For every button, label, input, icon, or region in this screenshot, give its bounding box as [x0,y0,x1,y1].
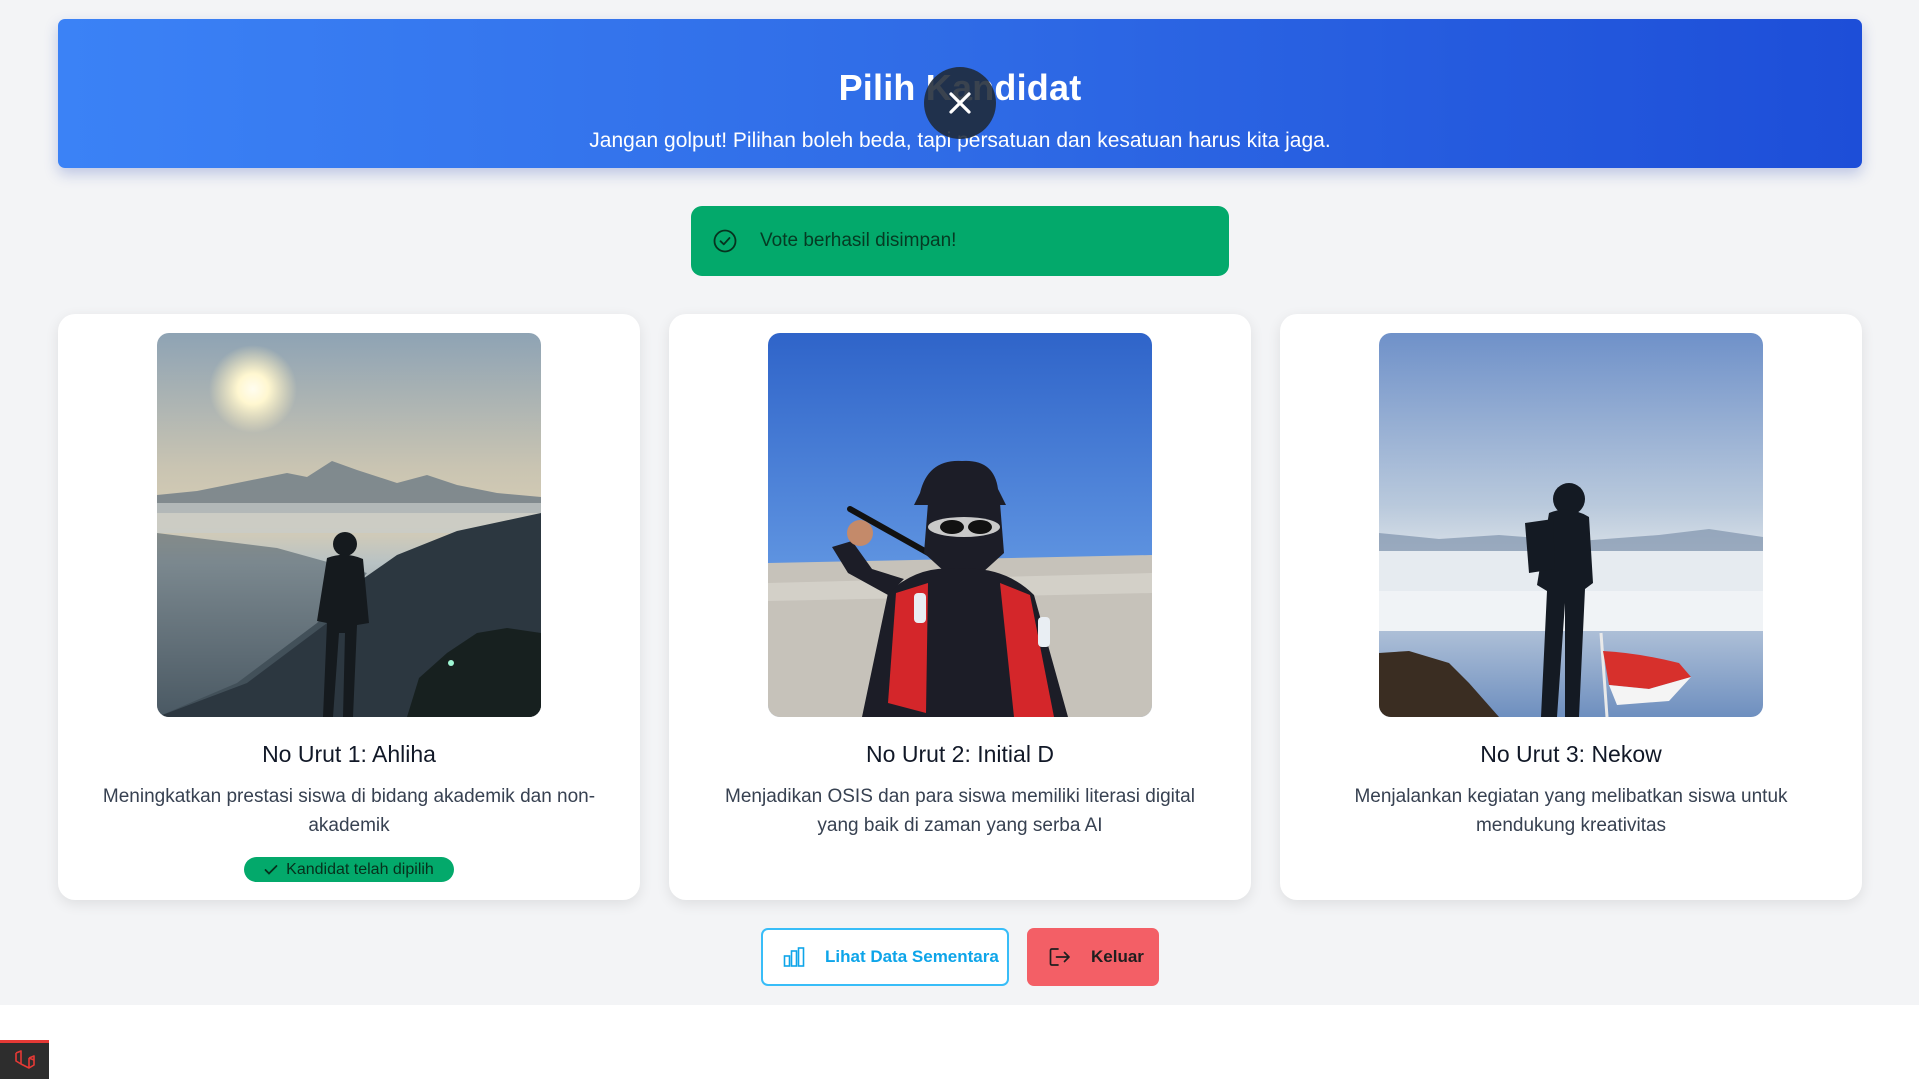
logout-label: Keluar [1091,947,1144,966]
candidate-description-2: Menjadikan OSIS dan para siswa memiliki … [725,786,1195,836]
selected-badge-label: Kandidat telah dipilih [286,860,434,878]
close-icon [949,92,971,114]
candidate-card-3[interactable]: No Urut 3: Nekow Menjalankan kegiatan ya… [1280,314,1862,900]
candidate-photo-2 [768,333,1152,717]
candidate-description-1: Meningkatkan prestasi siswa di bidang ak… [102,786,596,836]
selected-badge: Kandidat telah dipilih [244,857,454,882]
candidate-card-2[interactable]: No Urut 2: Initial D Menjadikan OSIS dan… [669,314,1251,900]
success-toast: Vote berhasil disimpan! [691,206,1229,276]
bar-chart-icon [783,947,805,967]
toast-message: Vote berhasil disimpan! [760,230,957,251]
logout-button[interactable]: Keluar [1027,928,1159,986]
candidate-card-1[interactable]: No Urut 1: Ahliha Meningkatkan prestasi … [58,314,640,900]
candidate-description-3: Menjalankan kegiatan yang melibatkan sis… [1354,786,1788,836]
page-background: Pilih Kandidat Jangan golput! Pilihan bo… [0,0,1919,1005]
close-button[interactable] [924,67,996,139]
check-circle-icon [712,228,738,254]
logout-icon [1049,948,1070,966]
candidate-photo-1 [157,333,541,717]
view-results-button[interactable]: Lihat Data Sementara [761,928,1009,986]
candidate-name-3: No Urut 3: Nekow [1480,741,1662,767]
candidate-name-2: No Urut 2: Initial D [866,741,1054,767]
laravel-icon[interactable] [0,1040,49,1079]
candidate-name-1: No Urut 1: Ahliha [262,741,436,767]
check-icon [264,864,278,875]
candidate-photo-3 [1379,333,1763,717]
view-results-label: Lihat Data Sementara [825,947,999,966]
